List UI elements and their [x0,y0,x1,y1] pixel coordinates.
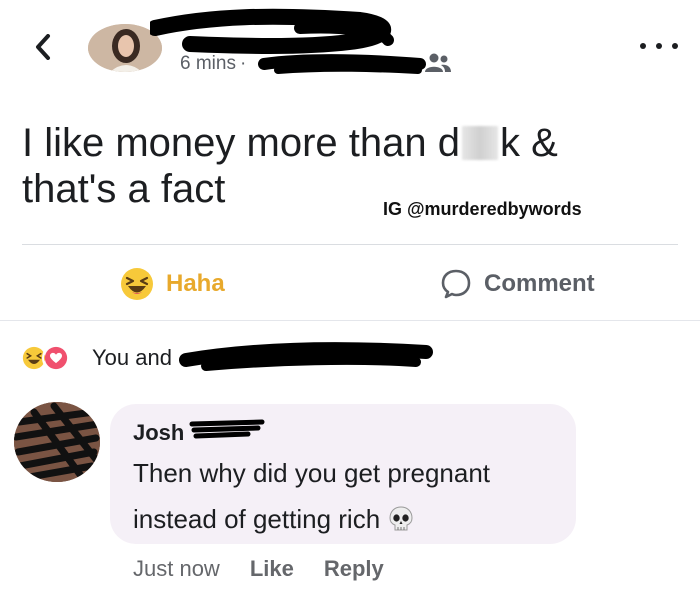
post-line-1: I like money more than d k & [22,120,642,166]
haha-emoji-icon [121,268,153,300]
reactions-summary[interactable]: You and [92,345,172,371]
comment-label: Comment [484,270,595,297]
redaction-scribble-reactions [179,342,433,371]
chevron-left-icon[interactable] [30,34,56,60]
post-text-line1-end: k & [500,121,558,165]
comment-time: Just now [133,556,220,581]
comment-line-2: instead of getting rich [133,496,573,542]
commenter-avatar[interactable] [14,402,100,482]
haha-label: Haha [166,270,225,297]
reply-button[interactable]: Reply [324,556,384,582]
watermark: IG @murderedbywords [383,199,582,219]
poster-avatar[interactable] [88,24,162,72]
comment-line1: Then why did you get pregnant [133,458,491,488]
meta-separator: · [239,53,247,74]
skull-emoji-icon [389,506,413,531]
post-divider [22,244,678,245]
comment-actions: Just now Like Reply [133,556,384,582]
post-time[interactable]: 6 mins [180,53,236,75]
haha-reaction-button[interactable]: Haha [120,262,225,306]
friends-icon [425,53,451,72]
commenter-name[interactable]: Josh [133,420,184,446]
censor-blur [462,126,498,160]
comment-text: Then why did you get pregnant instead of… [133,450,573,542]
love-heart-icon [42,344,70,372]
comment-bubble-icon [441,269,471,299]
like-button[interactable]: Like [250,556,294,582]
post-meta: 6 mins · [180,53,246,75]
comment-line2-text: instead of getting rich [133,504,381,534]
comment-button[interactable]: Comment [440,262,595,306]
facebook-post-screen: 6 mins · I like money more than dk & tha… [0,0,700,589]
reaction-icons[interactable] [20,344,70,372]
more-dots-icon[interactable] [640,38,678,54]
redaction-scribble-meta [258,54,426,74]
post-text-line1-start: I like money more than d [22,121,460,165]
section-separator [0,320,700,321]
